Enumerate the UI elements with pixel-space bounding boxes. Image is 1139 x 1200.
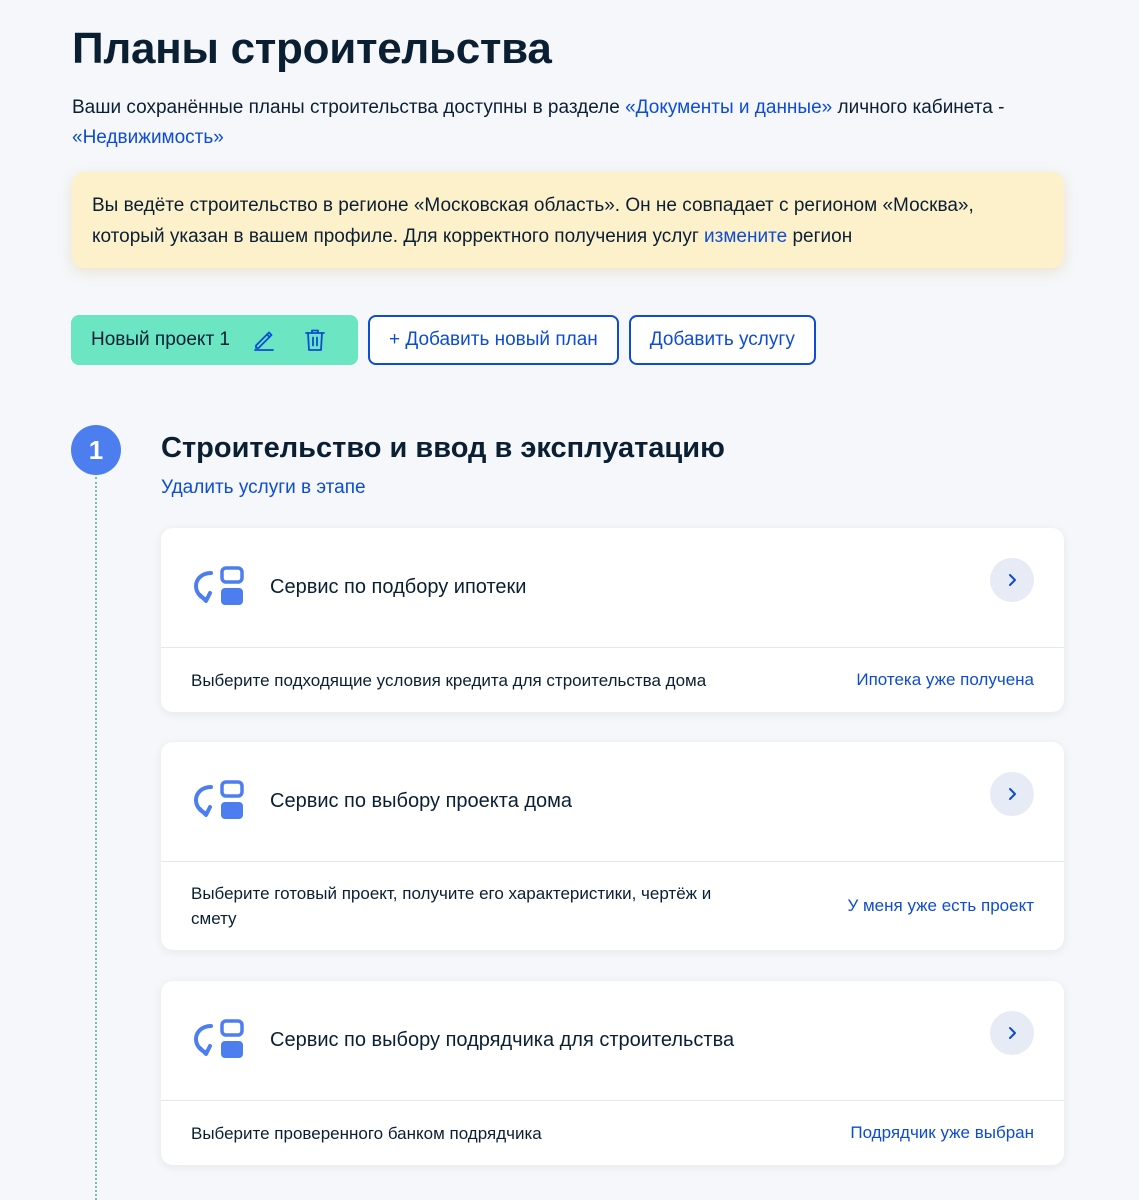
region-warning: Вы ведёте строительство в регионе «Моско… <box>72 172 1064 268</box>
service-card[interactable]: Сервис по выбору подрядчика для строител… <box>161 981 1064 1165</box>
intro-text-before: Ваши сохранённые планы строительства дос… <box>72 97 626 118</box>
plan-tabs: Новый проект 1 + Добавить новый план Доб… <box>71 315 816 365</box>
service-card-footer: Выберите проверенного банком подрядчика … <box>161 1101 1064 1165</box>
service-card-header[interactable]: Сервис по подбору ипотеки <box>161 528 1064 647</box>
chevron-right-icon[interactable] <box>990 772 1034 816</box>
chevron-right-icon[interactable] <box>990 558 1034 602</box>
service-card-header[interactable]: Сервис по выбору проекта дома <box>161 742 1064 861</box>
service-card-footer: Выберите подходящие условия кредита для … <box>161 648 1064 712</box>
project-tab-label: Новый проект 1 <box>91 329 230 350</box>
documents-link[interactable]: «Документы и данные» <box>625 97 832 118</box>
stage-number: 1 <box>71 425 121 475</box>
delete-stage-services-link[interactable]: Удалить услуги в этапе <box>161 477 366 499</box>
stage-timeline <box>95 477 97 1200</box>
pencil-icon[interactable] <box>252 328 276 352</box>
stage-title: Строительство и ввод в эксплуатацию <box>161 432 725 464</box>
realty-link[interactable]: «Недвижимость» <box>72 127 224 148</box>
contractor-selected-link[interactable]: Подрядчик уже выбран <box>850 1123 1034 1143</box>
have-project-link[interactable]: У меня уже есть проект <box>847 896 1034 916</box>
warning-text-after: регион <box>787 226 853 247</box>
mortgage-received-link[interactable]: Ипотека уже получена <box>856 670 1034 690</box>
intro-text: Ваши сохранённые планы строительства дос… <box>72 93 1072 153</box>
service-card[interactable]: Сервис по выбору проекта дома Выберите г… <box>161 742 1064 950</box>
page-title: Планы строительства <box>72 24 552 73</box>
change-region-link[interactable]: измените <box>704 226 787 247</box>
intro-text-middle: личного кабинета - <box>832 97 1005 118</box>
service-description: Выберите готовый проект, получите его ха… <box>191 884 712 928</box>
service-title: Сервис по выбору подрядчика для строител… <box>270 1029 735 1051</box>
project-tab[interactable]: Новый проект 1 <box>71 315 358 365</box>
service-description: Выберите подходящие условия кредита для … <box>191 670 707 690</box>
add-service-button[interactable]: Добавить услугу <box>628 315 816 365</box>
service-icon <box>193 1018 244 1058</box>
chevron-right-icon[interactable] <box>990 1011 1034 1055</box>
service-card-header[interactable]: Сервис по выбору подрядчика для строител… <box>161 981 1064 1100</box>
service-description: Выберите проверенного банком подрядчика <box>191 1123 542 1143</box>
service-icon <box>193 565 244 605</box>
service-title: Сервис по подбору ипотеки <box>270 576 527 598</box>
service-card-footer: Выберите готовый проект, получите его ха… <box>161 862 1064 950</box>
trash-icon[interactable] <box>304 328 326 352</box>
service-card[interactable]: Сервис по подбору ипотеки Выберите подхо… <box>161 528 1064 712</box>
service-icon <box>193 779 244 819</box>
add-plan-button[interactable]: + Добавить новый план <box>368 315 619 365</box>
service-title: Сервис по выбору проекта дома <box>270 790 573 812</box>
